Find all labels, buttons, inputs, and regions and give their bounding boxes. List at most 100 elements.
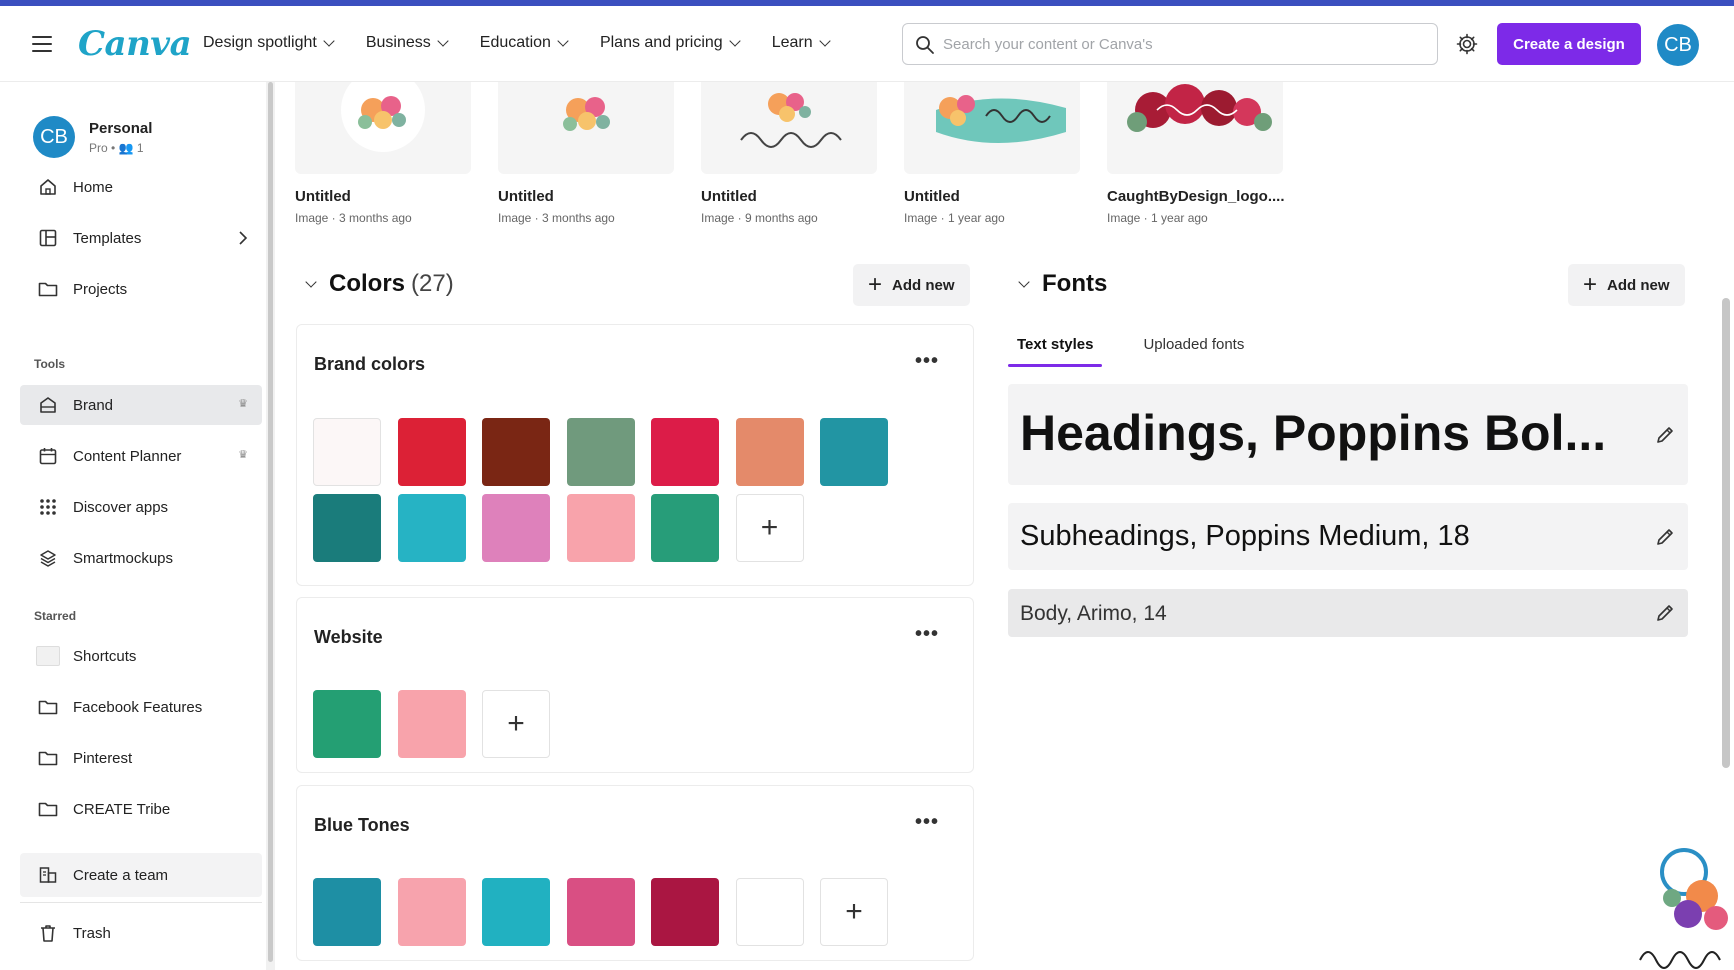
color-swatch[interactable]: [313, 418, 381, 486]
tab-uploaded-fonts[interactable]: Uploaded fonts: [1134, 330, 1253, 367]
pencil-icon[interactable]: [1654, 602, 1676, 624]
color-swatch[interactable]: [313, 494, 381, 562]
colors-section-toggle[interactable]: Colors (27): [305, 270, 454, 298]
sidebar-scrollbar[interactable]: [266, 82, 275, 970]
sidebar-item-label: CREATE Tribe: [73, 800, 171, 818]
sidebar-item-home[interactable]: Home: [20, 167, 262, 207]
nav-label: Learn: [771, 34, 813, 51]
upload-meta: Image · 3 months ago: [498, 211, 615, 225]
palette-website: Website ••• +: [296, 597, 974, 773]
color-swatch[interactable]: [566, 878, 635, 946]
pencil-icon[interactable]: [1654, 526, 1676, 548]
apps-grid-icon: [35, 496, 61, 518]
add-new-font-button[interactable]: + Add new: [1568, 264, 1685, 306]
sidebar-item-templates[interactable]: Templates: [20, 218, 262, 258]
plus-icon: +: [1583, 271, 1598, 298]
fonts-heading: Fonts: [1042, 270, 1108, 297]
sidebar: CB Personal Pro • 👥 1 Home Templates Pro…: [0, 82, 266, 970]
sidebar-item-facebook-features[interactable]: Facebook Features: [20, 687, 262, 727]
add-color-button[interactable]: +: [482, 690, 550, 758]
color-swatch[interactable]: [651, 418, 719, 486]
more-options-icon[interactable]: •••: [915, 812, 939, 832]
divider: [20, 902, 262, 903]
nav-label: Plans and pricing: [599, 34, 723, 51]
nav-education[interactable]: Education: [480, 34, 569, 52]
color-swatch[interactable]: [482, 494, 550, 562]
sidebar-item-label: Smartmockups: [73, 549, 174, 567]
sidebar-item-label: Create a team: [73, 866, 169, 884]
text-style-subheading[interactable]: Subheadings, Poppins Medium, 18: [1008, 503, 1688, 570]
text-style-body[interactable]: Body, Arimo, 14: [1008, 589, 1688, 637]
search-box: [902, 23, 1438, 65]
sidebar-item-trash[interactable]: Trash: [20, 913, 262, 953]
color-swatch[interactable]: [820, 418, 888, 486]
upload-card[interactable]: Untitled Image · 3 months ago: [295, 82, 471, 225]
color-swatch[interactable]: [397, 418, 466, 486]
color-swatch[interactable]: [566, 494, 635, 562]
fonts-section-toggle[interactable]: Fonts: [1018, 270, 1108, 298]
more-options-icon[interactable]: •••: [915, 624, 939, 644]
create-team-button[interactable]: Create a team: [20, 853, 262, 897]
color-swatch[interactable]: [566, 418, 635, 486]
user-avatar[interactable]: CB: [1657, 24, 1699, 66]
sidebar-item-smartmockups[interactable]: Smartmockups: [20, 538, 262, 578]
nav-plans-pricing[interactable]: Plans and pricing: [599, 34, 741, 52]
add-color-button[interactable]: +: [820, 878, 888, 946]
upload-meta: Image · 3 months ago: [295, 211, 412, 225]
create-design-button[interactable]: Create a design: [1497, 23, 1641, 65]
menu-icon[interactable]: [32, 36, 52, 52]
color-swatch[interactable]: [313, 878, 381, 946]
color-swatch[interactable]: [735, 418, 804, 486]
sidebar-item-shortcuts[interactable]: Shortcuts: [20, 636, 262, 676]
nav-design-spotlight[interactable]: Design spotlight: [203, 34, 335, 52]
gear-icon[interactable]: [1455, 32, 1479, 56]
add-new-label: Add new: [892, 276, 955, 294]
pencil-icon[interactable]: [1654, 424, 1676, 446]
upload-meta: Image · 9 months ago: [701, 211, 818, 225]
chevron-down-icon: [323, 35, 335, 47]
folder-icon: [35, 747, 61, 769]
upload-thumbnail: [701, 82, 877, 174]
upload-card[interactable]: CaughtByDesign_logo.... Image · 1 year a…: [1107, 82, 1285, 225]
sidebar-item-label: Home: [73, 178, 114, 196]
color-swatch[interactable]: [651, 494, 719, 562]
sidebar-item-projects[interactable]: Projects: [20, 269, 262, 309]
upload-card[interactable]: Untitled Image · 3 months ago: [498, 82, 674, 225]
nav-business[interactable]: Business: [365, 34, 449, 52]
upload-thumbnail: [904, 82, 1080, 174]
tab-text-styles[interactable]: Text styles: [1008, 330, 1103, 367]
main-scrollbar[interactable]: [1722, 298, 1730, 768]
upload-title: CaughtByDesign_logo....: [1107, 188, 1285, 205]
account-switcher[interactable]: CB Personal Pro • 👥 1: [33, 116, 152, 158]
color-swatch[interactable]: [651, 878, 719, 946]
add-new-label: Add new: [1607, 276, 1670, 294]
color-swatch[interactable]: [313, 690, 381, 758]
text-style-heading[interactable]: Headings, Poppins Bol...: [1008, 384, 1688, 485]
nav-label: Business: [365, 34, 431, 51]
color-swatch[interactable]: [735, 878, 804, 946]
sidebar-item-create-tribe[interactable]: CREATE Tribe: [20, 789, 262, 829]
sidebar-item-label: Facebook Features: [73, 698, 203, 716]
upload-card[interactable]: Untitled Image · 9 months ago: [701, 82, 877, 225]
more-options-icon[interactable]: •••: [915, 351, 939, 371]
sidebar-item-content-planner[interactable]: Content Planner ♛: [20, 436, 262, 476]
color-swatch[interactable]: [397, 494, 466, 562]
color-swatch[interactable]: [482, 878, 550, 946]
add-color-button[interactable]: +: [735, 494, 804, 562]
account-name: Personal: [89, 119, 153, 137]
sidebar-item-pinterest[interactable]: Pinterest: [20, 738, 262, 778]
add-new-color-button[interactable]: + Add new: [853, 264, 970, 306]
search-input[interactable]: [943, 32, 1423, 56]
upload-title: Untitled: [904, 188, 960, 205]
canva-logo[interactable]: Canva: [78, 24, 192, 64]
color-swatch[interactable]: [397, 878, 466, 946]
sidebar-scroll-thumb[interactable]: [268, 82, 273, 962]
colors-count: (27): [411, 270, 454, 297]
sidebar-item-discover-apps[interactable]: Discover apps: [20, 487, 262, 527]
color-swatch[interactable]: [482, 418, 550, 486]
color-swatch[interactable]: [397, 690, 466, 758]
upload-card[interactable]: Untitled Image · 1 year ago: [904, 82, 1080, 225]
nav-learn[interactable]: Learn: [771, 34, 831, 52]
sidebar-item-brand[interactable]: Brand ♛: [20, 385, 262, 425]
upload-thumbnail: [498, 82, 674, 174]
